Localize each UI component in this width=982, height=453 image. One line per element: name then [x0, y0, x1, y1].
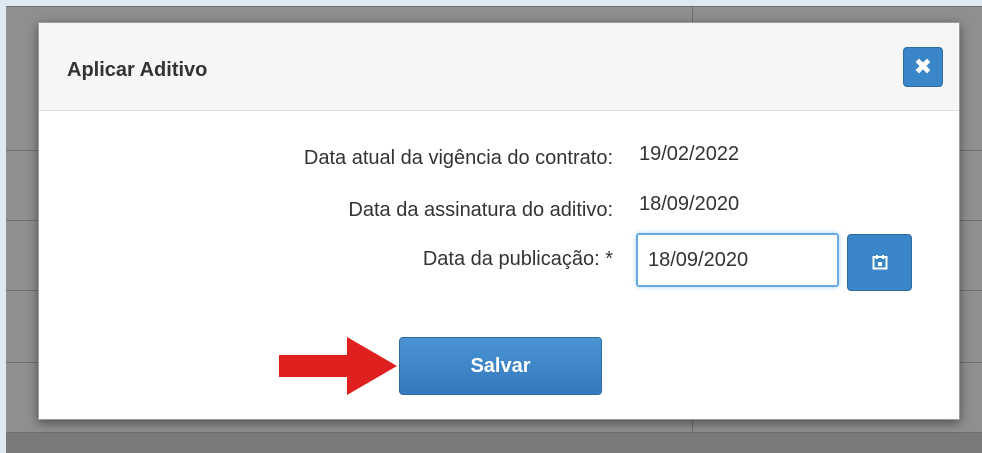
aplicar-aditivo-dialog: Aplicar Aditivo ✖ Data atual da vigência…: [38, 22, 960, 420]
contract-validity-value: 19/02/2022: [639, 143, 740, 165]
dialog-header: Aplicar Aditivo ✖: [39, 23, 959, 111]
close-icon: ✖: [913, 54, 933, 79]
contract-validity-label: Data atual da vigência do contrato:: [303, 147, 613, 169]
signature-date-value: 18/09/2020: [639, 193, 740, 215]
dialog-title: Aplicar Aditivo: [67, 59, 208, 81]
calendar-button[interactable]: [847, 234, 912, 291]
signature-date-label: Data da assinatura do aditivo:: [348, 199, 613, 221]
red-arrow-icon: [279, 337, 397, 395]
background-bottom-strip: [6, 433, 982, 453]
close-button[interactable]: ✖: [903, 47, 943, 87]
publication-date-input[interactable]: [636, 233, 839, 287]
calendar-icon: [872, 255, 888, 270]
publication-date-label: Data da publicação: *: [422, 248, 613, 270]
background-row-line: [6, 6, 982, 7]
save-button[interactable]: Salvar: [399, 337, 602, 395]
